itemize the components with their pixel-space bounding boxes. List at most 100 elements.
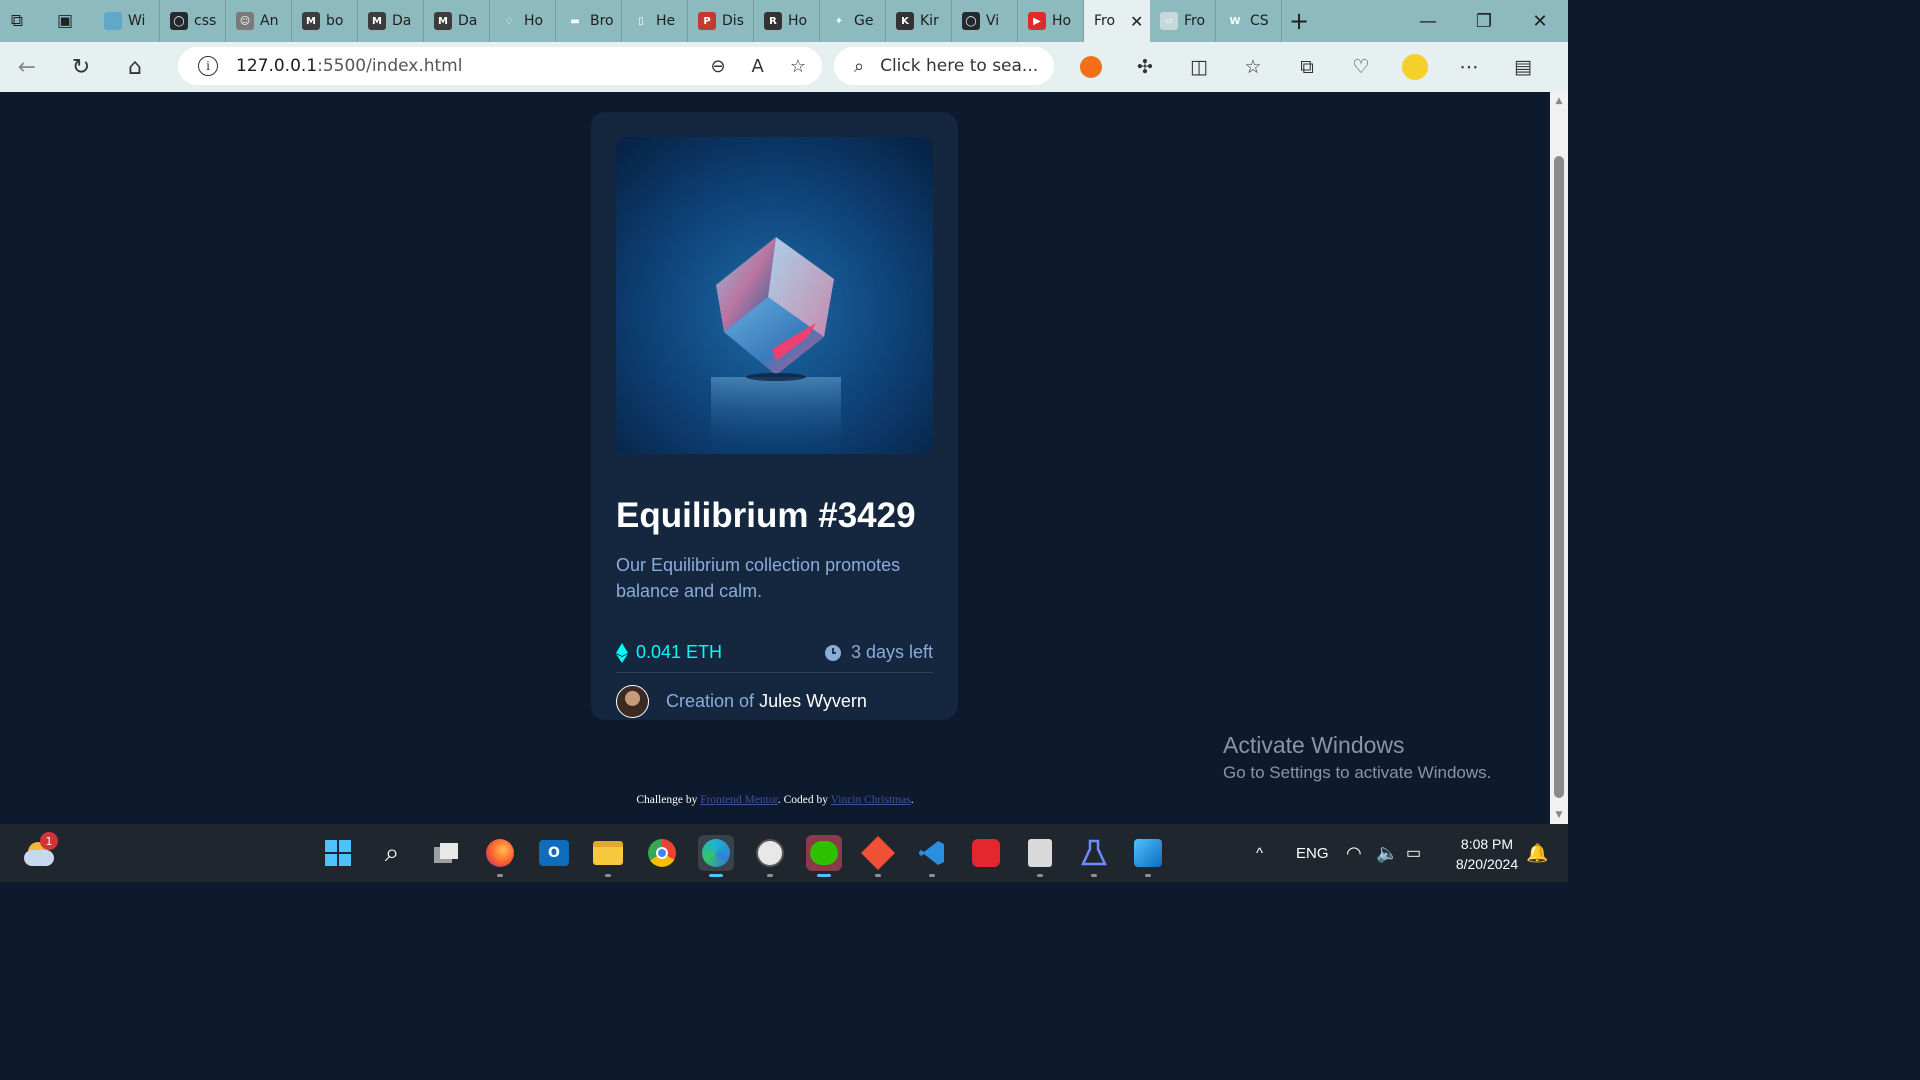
window-controls: — ❐ ✕ (1400, 0, 1568, 42)
web-search-box[interactable]: ⌕ Click here to sea... (834, 47, 1054, 85)
nft-image[interactable] (616, 137, 933, 454)
card-description: Our Equilibrium collection promotes bala… (616, 555, 901, 601)
system-clock[interactable]: 8:08 PM 8/20/2024 (1444, 834, 1530, 874)
browser-essentials-icon[interactable]: ♡ (1334, 42, 1388, 92)
weather-widget-icon[interactable]: 1 (22, 832, 58, 870)
browser-toolbar: ← ↻ ⌂ i 127.0.0.1:5500/index.html ⊖ A ☆ … (0, 42, 1568, 92)
collections-icon[interactable]: ⧉ (1280, 42, 1334, 92)
close-tab-icon[interactable]: ✕ (1130, 12, 1143, 31)
photos-icon[interactable] (1130, 835, 1166, 877)
creator-avatar (616, 685, 649, 718)
tab-9[interactable]: P Dis (688, 0, 754, 42)
tab-0[interactable]: Wi (94, 0, 160, 42)
clock-icon (824, 644, 841, 661)
flask-app-icon[interactable] (1076, 835, 1112, 877)
tab-14[interactable]: ▶ Ho (1018, 0, 1084, 42)
split-screen-icon[interactable]: ◫ (1172, 42, 1226, 92)
extensions-icon[interactable]: ✣ (1118, 42, 1172, 92)
app-icon-gear[interactable] (1022, 835, 1058, 877)
scroll-up-icon[interactable]: ▲ (1554, 96, 1564, 106)
tab-favicon-icon (104, 12, 122, 30)
tab-3[interactable]: Mbo (292, 0, 358, 42)
vscode-icon[interactable] (914, 835, 950, 877)
git-kraken-icon[interactable] (860, 835, 896, 877)
tab-1[interactable]: ◯ css (160, 0, 226, 42)
outlook-icon[interactable]: O (536, 835, 572, 871)
search-taskbar-icon[interactable]: ⌕ (374, 835, 410, 871)
clock-time: 8:08 PM (1460, 836, 1514, 852)
site-info-icon[interactable]: i (198, 56, 218, 76)
notification-bell-icon[interactable]: 🔔 (1526, 824, 1548, 882)
tab-favicon-icon: R (764, 12, 782, 30)
tab-favicon-icon: M (302, 12, 320, 30)
tab-5[interactable]: M Da (424, 0, 490, 42)
tab-4[interactable]: M Da (358, 0, 424, 42)
file-explorer-icon[interactable] (590, 835, 626, 877)
favorites-icon[interactable]: ☆ (1226, 42, 1280, 92)
tab-12[interactable]: K Kir (886, 0, 952, 42)
author-link[interactable]: Vincin Christmas (831, 794, 911, 806)
tab-10[interactable]: R Ho (754, 0, 820, 42)
vertical-tabs-icon[interactable]: ▣ (48, 0, 82, 42)
home-icon[interactable]: ⌂ (108, 42, 162, 92)
tab-6[interactable]: ♢ Ho (490, 0, 556, 42)
chrome-icon[interactable] (644, 835, 680, 871)
tab-active[interactable]: Fro ✕ (1084, 0, 1150, 42)
page-scrollbar[interactable]: ▲ ▼ (1550, 92, 1568, 824)
tab-7[interactable]: ▬ Bro (556, 0, 622, 42)
card-divider (616, 672, 933, 673)
creator-name-link[interactable]: Jules Wyvern (759, 691, 867, 711)
tab-title: css (194, 13, 217, 29)
tab-active-title: Fro (1094, 13, 1116, 29)
frontend-mentor-link[interactable]: Frontend Mentor (700, 794, 778, 806)
address-bar[interactable]: i 127.0.0.1:5500/index.html ⊖ A ☆ (178, 47, 822, 85)
workspaces-icon[interactable]: ⧉ (0, 0, 34, 42)
read-aloud-icon[interactable]: A (752, 56, 764, 77)
url-text[interactable]: 127.0.0.1:5500/index.html (236, 56, 462, 76)
netease-music-icon[interactable] (968, 835, 1004, 871)
restore-icon[interactable]: ❐ (1456, 0, 1512, 42)
tab-title: He (656, 13, 676, 29)
clock-date: 8/20/2024 (1455, 856, 1519, 872)
time-left: 3 days left (824, 642, 933, 663)
extension-avast-icon[interactable] (1064, 42, 1118, 92)
tab-2[interactable]: ☺ An (226, 0, 292, 42)
back-icon[interactable]: ← (0, 42, 54, 92)
profile-avatar-icon[interactable] (1388, 42, 1442, 92)
url-host: 127.0.0.1 (236, 56, 318, 76)
scroll-thumb[interactable] (1554, 156, 1564, 798)
start-menu-icon[interactable] (320, 835, 356, 871)
tab-title: Kir (920, 13, 939, 29)
card-title[interactable]: Equilibrium #3429 (616, 496, 916, 536)
nft-card: Equilibrium #3429 Our Equilibrium collec… (591, 112, 958, 720)
tab-11[interactable]: ✦ Ge (820, 0, 886, 42)
minimize-icon[interactable]: — (1400, 0, 1456, 42)
wechat-icon[interactable] (806, 835, 842, 877)
tab-title: bo (326, 13, 344, 29)
tab-after-0[interactable]: ▱ Fro (1150, 0, 1216, 42)
edge-icon[interactable] (698, 835, 734, 877)
tab-after-1[interactable]: W CS (1216, 0, 1282, 42)
settings-more-icon[interactable]: ⋯ (1442, 42, 1496, 92)
battery-icon[interactable]: ▭ (1406, 824, 1421, 882)
zoom-out-icon[interactable]: ⊖ (710, 56, 725, 77)
tab-8[interactable]: ▯ He (622, 0, 688, 42)
new-tab-button[interactable]: + (1282, 0, 1316, 42)
favorite-star-icon[interactable]: ☆ (790, 56, 806, 77)
creator-row: Creation of Jules Wyvern (616, 685, 867, 718)
sidebar-toggle-icon[interactable]: ▤ (1496, 42, 1550, 92)
language-indicator[interactable]: ENG (1296, 824, 1329, 882)
tab-13[interactable]: ◯ Vi (952, 0, 1018, 42)
firefox-icon[interactable] (482, 835, 518, 877)
show-hidden-icons[interactable]: ^ (1256, 824, 1263, 882)
windows-taskbar: 1 ⌕ O ^ ENG ◠ 🔈 ▭ 8:08 PM 8/20/2024 🔔 (0, 824, 1568, 882)
clock-app-icon[interactable] (752, 835, 788, 877)
volume-icon[interactable]: 🔈 (1376, 824, 1398, 882)
tab-title: Wi (128, 13, 146, 29)
ethereum-icon (616, 642, 628, 663)
close-window-icon[interactable]: ✕ (1512, 0, 1568, 42)
task-view-icon[interactable] (428, 835, 464, 871)
wifi-icon[interactable]: ◠ (1346, 824, 1362, 882)
refresh-icon[interactable]: ↻ (54, 42, 108, 92)
scroll-down-icon[interactable]: ▼ (1554, 810, 1564, 820)
